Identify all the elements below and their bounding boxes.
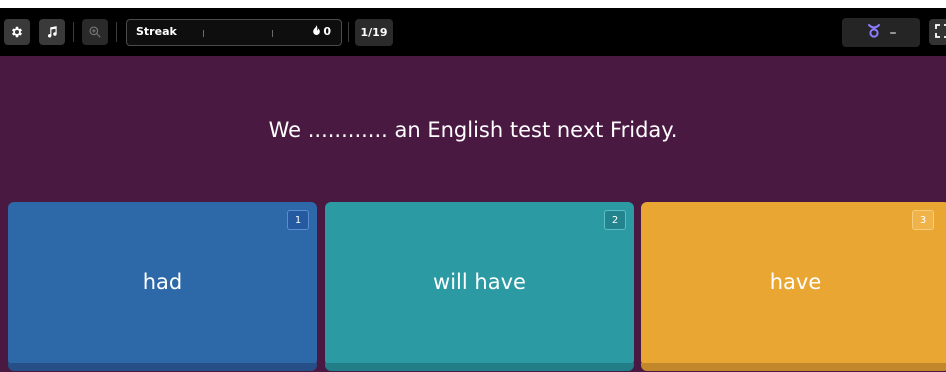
question-text: We ............ an English test next Fri… <box>268 118 678 142</box>
gear-icon <box>10 25 24 39</box>
option-key-badge: 1 <box>287 210 309 230</box>
streak-tick <box>203 30 204 37</box>
streak-count-value: 0 <box>323 25 331 38</box>
streak-meter: Streak 0 <box>126 19 342 46</box>
toolbar-divider <box>73 22 74 42</box>
option-label: have <box>769 270 822 294</box>
option-label: will have <box>433 270 526 294</box>
toolbar-divider <box>348 22 349 42</box>
music-button[interactable] <box>39 19 65 45</box>
answer-option-3[interactable]: 3 have <box>641 202 946 371</box>
fullscreen-button[interactable] <box>929 19 946 45</box>
toolbar-divider <box>116 22 117 42</box>
card-shadow <box>8 363 317 371</box>
music-note-icon <box>45 25 59 39</box>
flame-icon <box>312 25 321 38</box>
streak-tick <box>272 30 273 37</box>
card-shadow <box>641 363 946 371</box>
question-panel: We ............ an English test next Fri… <box>0 56 946 372</box>
answer-option-1[interactable]: 1 had <box>8 202 317 371</box>
option-label: had <box>142 270 183 294</box>
powerup-icon <box>866 23 882 43</box>
top-toolbar: Streak 0 1/19 – <box>0 8 946 56</box>
option-key-badge: 2 <box>604 210 626 230</box>
streak-count: 0 <box>312 25 331 38</box>
question-progress: 1/19 <box>355 19 393 46</box>
powerup-value: – <box>889 24 897 41</box>
answer-option-2[interactable]: 2 will have <box>325 202 634 371</box>
settings-button[interactable] <box>4 19 30 45</box>
fullscreen-icon <box>935 23 946 42</box>
streak-label: Streak <box>136 25 177 38</box>
powerup-button[interactable]: – <box>842 18 920 47</box>
card-shadow <box>325 363 634 371</box>
quiz-screen: Streak 0 1/19 – We ............ an Engli… <box>0 0 946 372</box>
zoom-button[interactable] <box>82 19 108 45</box>
option-key-badge: 3 <box>912 210 934 230</box>
zoom-in-icon <box>88 25 102 39</box>
